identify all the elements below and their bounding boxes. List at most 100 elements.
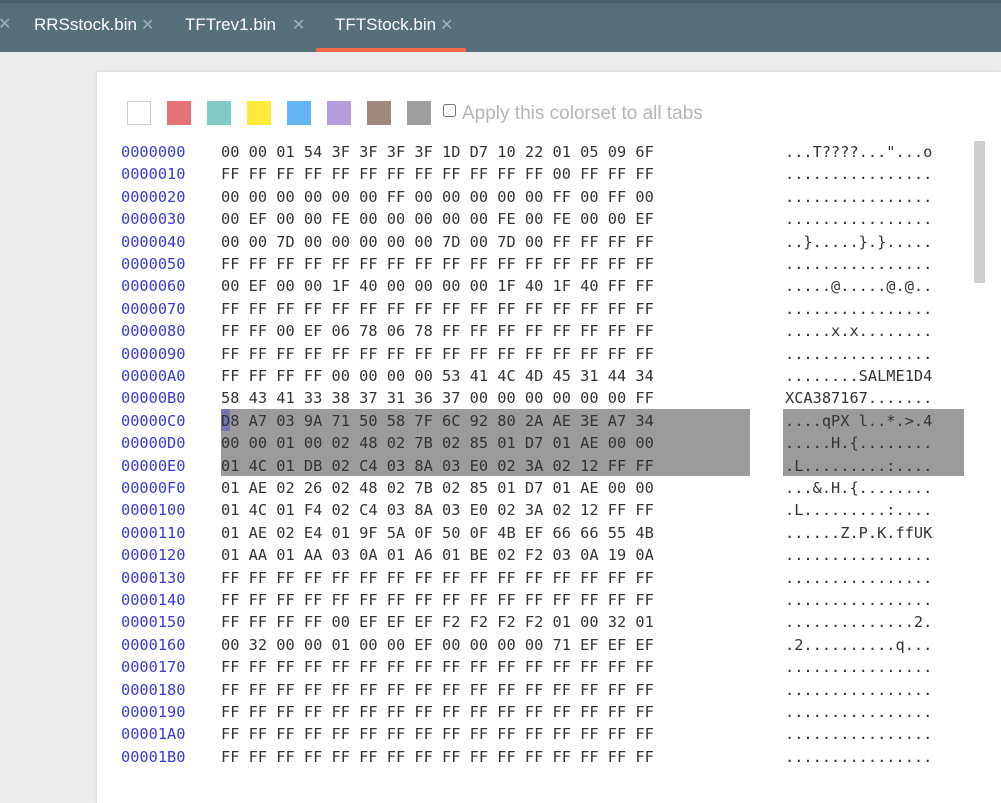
close-icon[interactable]: ✕	[440, 17, 453, 34]
hex-address: 0000020	[121, 187, 186, 206]
hex-ascii[interactable]: ................	[785, 298, 932, 320]
hex-row: 0000160 00 32 00 00 01 00 00 EF 00 00 00 …	[97, 634, 977, 656]
hex-ascii[interactable]: .....H.{........	[785, 432, 932, 454]
hex-address: 0000170	[121, 658, 186, 677]
hex-address: 0000050	[121, 255, 186, 273]
hex-ascii[interactable]: ................	[785, 723, 932, 745]
tab-rrsstock[interactable]: RRSstock.bin ✕	[34, 3, 154, 52]
hex-bytes[interactable]: 58 43 41 33 38 37 31 36 37 00 00 00 00 0…	[221, 387, 654, 409]
hex-bytes[interactable]: 01 AE 02 26 02 48 02 7B 02 85 01 D7 01 A…	[221, 477, 654, 499]
hex-address: 00000D0	[121, 434, 186, 453]
hex-ascii[interactable]: XCA387167.......	[785, 387, 932, 409]
hex-bytes[interactable]: 01 AE 02 E4 01 9F 5A 0F 50 0F 4B EF 66 6…	[221, 522, 654, 544]
hex-ascii[interactable]: ................	[785, 589, 932, 611]
hex-row: 0000070 FF FF FF FF FF FF FF FF FF FF FF …	[97, 298, 977, 320]
hex-bytes[interactable]: FF FF FF FF FF FF FF FF FF FF FF FF FF F…	[221, 343, 654, 365]
hex-row: 00000B0 58 43 41 33 38 37 31 36 37 00 00 …	[97, 387, 977, 409]
hex-row: 0000140 FF FF FF FF FF FF FF FF FF FF FF …	[97, 589, 977, 611]
hex-bytes[interactable]: FF FF FF FF FF FF FF FF FF FF FF FF FF F…	[221, 298, 654, 320]
hex-bytes[interactable]: FF FF FF FF FF FF FF FF FF FF FF FF FF F…	[221, 679, 654, 701]
hex-row: 0000180 FF FF FF FF FF FF FF FF FF FF FF …	[97, 679, 977, 701]
hex-row: 0000030 00 EF 00 00 FE 00 00 00 00 00 FE …	[97, 208, 977, 230]
tab-label: TFTStock.bin	[335, 15, 437, 34]
hex-row: 0000000 00 00 01 54 3F 3F 3F 3F 1D D7 10 …	[97, 141, 977, 163]
color-swatch[interactable]	[247, 101, 271, 125]
hex-ascii[interactable]: .L.........:....	[785, 499, 932, 521]
hex-ascii[interactable]: ....qPX l..*.>.4	[785, 410, 932, 432]
hex-bytes[interactable]: 01 AA 01 AA 03 0A 01 A6 01 BE 02 F2 03 0…	[221, 544, 654, 566]
hex-ascii[interactable]: ................	[785, 186, 932, 208]
hex-address: 0000150	[121, 613, 186, 632]
hex-row: 0000010 FF FF FF FF FF FF FF FF FF FF FF …	[97, 163, 977, 185]
hex-bytes[interactable]: FF FF FF FF 00 00 00 00 53 41 4C 4D 45 3…	[221, 365, 654, 387]
hex-row: 0000120 01 AA 01 AA 03 0A 01 A6 01 BE 02 …	[97, 544, 977, 566]
hex-address: 0000080	[121, 322, 186, 341]
hex-ascii[interactable]: .2..........q...	[785, 634, 932, 656]
apply-colorset-checkbox[interactable]	[443, 104, 456, 117]
color-swatch[interactable]	[367, 101, 391, 125]
hex-ascii[interactable]: .....x.x........	[785, 320, 932, 342]
hex-bytes[interactable]: FF FF FF FF FF FF FF FF FF FF FF FF 00 F…	[221, 163, 654, 185]
hex-bytes[interactable]: 00 00 01 00 02 48 02 7B 02 85 01 D7 01 A…	[221, 432, 654, 454]
hex-ascii[interactable]: ................	[785, 208, 932, 230]
color-swatch[interactable]	[207, 101, 231, 125]
hex-ascii[interactable]: .L.........:....	[785, 455, 932, 477]
hex-ascii[interactable]: ........SALME1D4	[785, 365, 932, 387]
hex-ascii[interactable]: ................	[785, 544, 932, 566]
hex-ascii[interactable]: ................	[785, 163, 932, 185]
hex-bytes[interactable]: 00 00 7D 00 00 00 00 00 7D 00 7D 00 FF F…	[221, 231, 654, 253]
hex-bytes[interactable]: FF FF FF FF FF FF FF FF FF FF FF FF FF F…	[221, 589, 654, 611]
color-swatch[interactable]	[127, 101, 151, 125]
hex-address: 00000A0	[121, 367, 186, 385]
hex-bytes[interactable]: 00 32 00 00 01 00 00 EF 00 00 00 00 71 E…	[221, 634, 654, 656]
color-swatch[interactable]	[167, 101, 191, 125]
hex-address: 0000140	[121, 591, 186, 609]
hex-bytes[interactable]: FF FF 00 EF 06 78 06 78 FF FF FF FF FF F…	[221, 320, 654, 342]
hex-bytes[interactable]: 00 EF 00 00 1F 40 00 00 00 00 1F 40 1F 4…	[221, 275, 654, 297]
hex-bytes[interactable]: 00 00 00 00 00 00 FF 00 00 00 00 00 FF 0…	[221, 186, 654, 208]
tab-tftrev1[interactable]: TFTrev1.bin ✕	[185, 3, 305, 52]
close-icon[interactable]: ✕	[0, 3, 11, 47]
hex-ascii[interactable]: ................	[785, 567, 932, 589]
hex-ascii[interactable]: ......Z.P.K.ffUK	[785, 522, 932, 544]
hex-ascii[interactable]: ...T????..."...o	[785, 141, 932, 163]
hex-bytes[interactable]: FF FF FF FF FF FF FF FF FF FF FF FF FF F…	[221, 567, 654, 589]
tab-tftstock[interactable]: TFTStock.bin ✕	[316, 3, 466, 52]
hex-ascii[interactable]: ................	[785, 746, 932, 768]
close-icon[interactable]: ✕	[141, 17, 154, 34]
scrollbar-thumb[interactable]	[974, 141, 985, 283]
hex-bytes[interactable]: 01 4C 01 DB 02 C4 03 8A 03 E0 02 3A 02 1…	[221, 455, 654, 477]
hex-bytes[interactable]: FF FF FF FF FF FF FF FF FF FF FF FF FF F…	[221, 746, 654, 768]
apply-colorset-option[interactable]: Apply this colorset to all tabs	[443, 101, 703, 127]
color-swatch[interactable]	[287, 101, 311, 125]
hex-row: 0000100 01 4C 01 F4 02 C4 03 8A 03 E0 02 …	[97, 499, 977, 521]
hex-address: 00000E0	[121, 456, 186, 475]
hex-ascii[interactable]: ................	[785, 253, 932, 275]
hex-ascii[interactable]: ..............2.	[785, 611, 932, 633]
hex-address: 00001A0	[121, 725, 186, 744]
hex-bytes[interactable]: 01 4C 01 F4 02 C4 03 8A 03 E0 02 3A 02 1…	[221, 499, 654, 521]
hex-address: 0000160	[121, 635, 186, 654]
hex-row: 0000020 00 00 00 00 00 00 FF 00 00 00 00 …	[97, 186, 977, 208]
color-swatch[interactable]	[407, 101, 431, 125]
hex-ascii[interactable]: ..}.....}.}.....	[785, 231, 932, 253]
hex-bytes[interactable]: 00 00 01 54 3F 3F 3F 3F 1D D7 10 22 01 0…	[221, 141, 654, 163]
hex-ascii[interactable]: ...&.H.{........	[785, 477, 932, 499]
hex-bytes[interactable]: FF FF FF FF 00 EF EF EF F2 F2 F2 F2 01 0…	[221, 611, 654, 633]
hex-row: 00001A0 FF FF FF FF FF FF FF FF FF FF FF …	[97, 723, 977, 745]
hex-bytes[interactable]: FF FF FF FF FF FF FF FF FF FF FF FF FF F…	[221, 253, 654, 275]
close-icon[interactable]: ✕	[292, 17, 305, 34]
hex-bytes[interactable]: FF FF FF FF FF FF FF FF FF FF FF FF FF F…	[221, 656, 654, 678]
color-swatch[interactable]	[327, 101, 351, 125]
hex-ascii[interactable]: ................	[785, 343, 932, 365]
hex-bytes[interactable]: 00 EF 00 00 FE 00 00 00 00 00 FE 00 FE 0…	[221, 208, 654, 230]
hex-ascii[interactable]: ................	[785, 679, 932, 701]
hex-ascii[interactable]: .....@.....@.@..	[785, 275, 932, 297]
hex-bytes[interactable]: FF FF FF FF FF FF FF FF FF FF FF FF FF F…	[221, 701, 654, 723]
hex-ascii[interactable]: ................	[785, 656, 932, 678]
hex-address: 0000110	[121, 523, 186, 542]
hex-bytes[interactable]: FF FF FF FF FF FF FF FF FF FF FF FF FF F…	[221, 723, 654, 745]
hex-ascii[interactable]: ................	[785, 701, 932, 723]
tab-bar: ✕ RRSstock.bin ✕ TFTrev1.bin ✕ TFTStock.bi…	[0, 0, 1001, 52]
hex-bytes[interactable]: D8 A7 03 9A 71 50 58 7F 6C 92 80 2A AE 3…	[221, 410, 654, 432]
